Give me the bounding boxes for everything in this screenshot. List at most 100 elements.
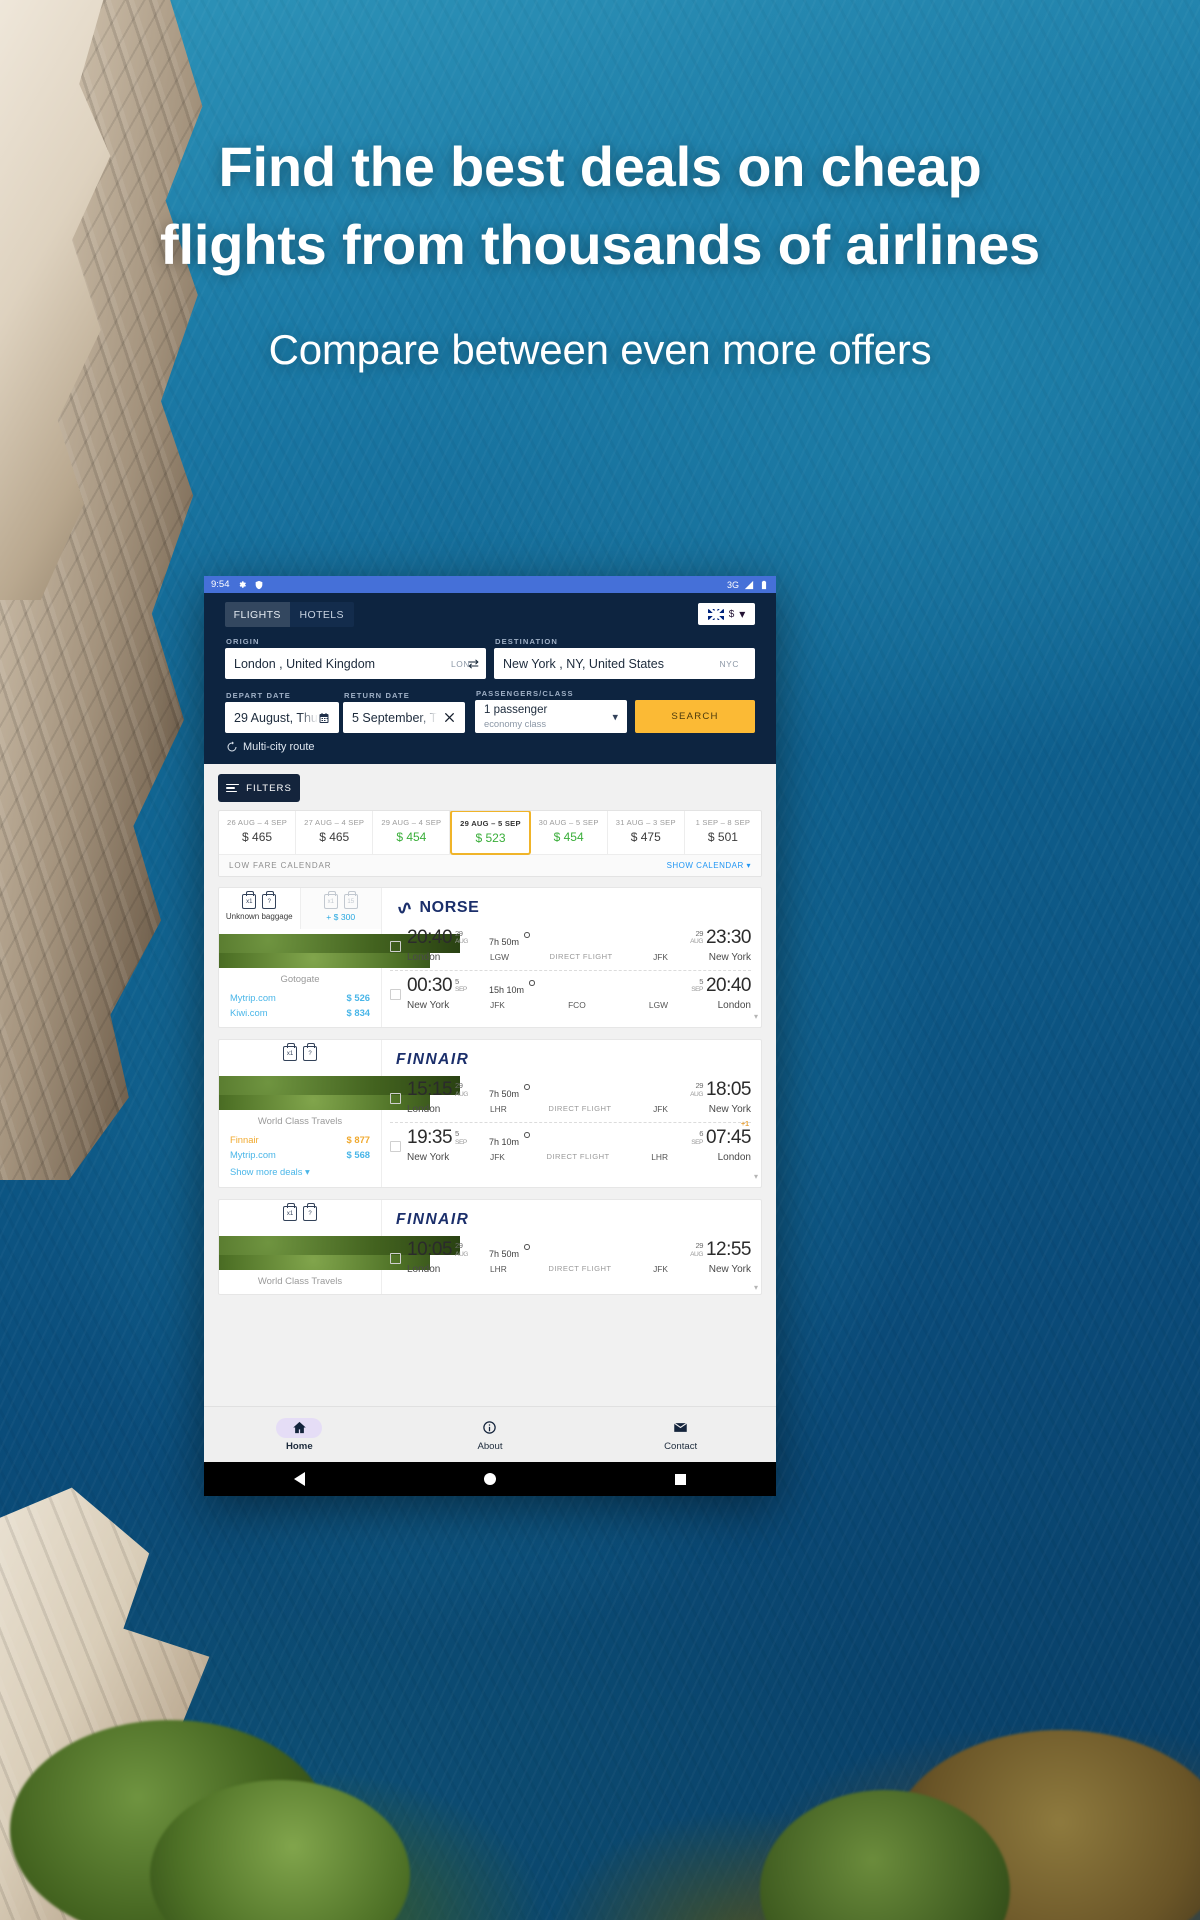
baggage-option-upgrade[interactable]: x1 15 + $ 300 xyxy=(299,888,381,930)
calendar-icon[interactable] xyxy=(318,712,330,724)
show-more-deals-label: Show more deals xyxy=(230,1166,303,1178)
fare-cell[interactable]: 1 SEP – 8 SEP $ 501 xyxy=(685,811,761,854)
chevron-down-icon[interactable]: ▾ xyxy=(754,1012,758,1021)
fare-cell[interactable]: 29 AUG – 4 SEP $ 454 xyxy=(373,811,451,854)
departure-city: New York xyxy=(407,1000,450,1011)
agent-name: Finnair xyxy=(230,1134,259,1146)
search-spacer-label xyxy=(636,689,755,698)
leg-checkbox[interactable] xyxy=(390,1141,401,1153)
next-day-badge: +1 xyxy=(741,1121,749,1129)
baggage-option-included[interactable]: x1 ? Unknown baggage xyxy=(219,888,300,929)
book-button[interactable]: Book $ 524 xyxy=(219,1076,460,1111)
clear-x-icon[interactable] xyxy=(443,711,456,724)
fare-cell[interactable]: 30 AUG – 5 SEP $ 454 xyxy=(531,811,608,854)
checked-bag-icon: ? xyxy=(303,1043,317,1062)
fare-cell[interactable]: 31 AUG – 3 SEP $ 475 xyxy=(608,811,685,854)
chevron-down-icon[interactable]: ▾ xyxy=(754,1172,758,1181)
book-button[interactable]: Book $ 523 xyxy=(219,934,460,969)
fare-cell[interactable]: 27 AUG – 4 SEP $ 465 xyxy=(296,811,374,854)
departure-date: 29 AUG xyxy=(455,928,468,946)
language-currency-selector[interactable]: $ ▾ xyxy=(698,603,755,625)
departure-block: 10:05 29 AUG London xyxy=(407,1240,481,1277)
norse-mark-icon: ∿ xyxy=(396,897,413,919)
departure-city: New York xyxy=(407,1152,450,1164)
leg-checkbox[interactable] xyxy=(390,989,401,1000)
return-date-field[interactable]: 5 September, T xyxy=(343,702,465,733)
arrival-day: 5 xyxy=(699,977,703,986)
airline-logo: FINNAIR xyxy=(390,1209,751,1231)
airline-logo: FINNAIR xyxy=(390,1049,751,1071)
destination-label: DESTINATION xyxy=(495,637,559,646)
arrival-block: 5 SEP 20:40 London xyxy=(677,976,751,1013)
back-triangle-icon[interactable] xyxy=(293,1472,305,1486)
agent-name: Kiwi.com xyxy=(230,1007,268,1019)
origin-value: London , United Kingdom xyxy=(234,656,376,671)
primary-agent-name: World Class Travels xyxy=(257,1116,343,1128)
leg-checkbox[interactable] xyxy=(390,1093,401,1105)
fare-cell[interactable]: 26 AUG – 4 SEP $ 465 xyxy=(219,811,297,854)
recents-square-icon[interactable] xyxy=(675,1473,687,1485)
leg-checkbox[interactable] xyxy=(390,941,401,952)
hero-headline: Find the best deals on cheap flights fro… xyxy=(160,135,1040,277)
departure-time: 15:15 xyxy=(407,1079,453,1101)
fare-cell-selected[interactable]: 29 AUG – 5 SEP $ 523 xyxy=(450,811,531,855)
destination-field[interactable]: New York , NY, United States NYC xyxy=(494,648,755,679)
nav-item-contact[interactable]: Contact xyxy=(626,1418,736,1452)
agent-offer[interactable]: Mytrip.com $ 568 xyxy=(230,1149,370,1160)
baggage-option-included[interactable]: x1 ? xyxy=(219,1040,381,1071)
fare-range: 26 AUG – 4 SEP xyxy=(227,818,288,827)
multi-city-route-link[interactable]: Multi-city route xyxy=(225,733,755,764)
arrival-month: AUG xyxy=(690,1250,703,1258)
baggage-option-included[interactable]: x1 ? xyxy=(219,1200,381,1231)
cabin-bag-icon: x1 xyxy=(323,891,338,909)
arrival-block: +1 6 SEP 07:45 London xyxy=(677,1121,751,1165)
departure-month: SEP xyxy=(455,1138,467,1146)
book-button[interactable]: Book $ 524 xyxy=(219,1236,460,1271)
agent-offer[interactable]: Kiwi.com $ 834 xyxy=(230,1007,370,1018)
fare-price: $ 475 xyxy=(630,830,661,844)
show-more-deals-link[interactable]: Show more deals ▾ xyxy=(230,1166,370,1178)
departure-day: 29 xyxy=(455,1081,463,1091)
agent-offer[interactable]: Mytrip.com $ 526 xyxy=(230,992,370,1003)
bottom-navigation: Home About Contact xyxy=(204,1406,776,1462)
baggage-upgrade-price: + $ 300 xyxy=(326,912,356,922)
filters-button[interactable]: FILTERS xyxy=(218,774,300,802)
flight-card: x1 ? Book $ 524 World Class Travels Finn… xyxy=(218,1039,762,1189)
stop-label: DIRECT FLIGHT xyxy=(549,951,613,961)
route-dot xyxy=(524,931,531,938)
filters-label: FILTERS xyxy=(246,782,292,794)
departure-time-row: 19:35 5 SEP xyxy=(407,1128,481,1147)
mail-icon xyxy=(674,1422,688,1432)
swap-icon[interactable]: ⇄ xyxy=(468,657,479,670)
tab-hotels[interactable]: HOTELS xyxy=(289,602,354,627)
agent-offer[interactable]: Finnair $ 877 xyxy=(230,1134,370,1145)
arrival-time: 12:55 xyxy=(705,1239,752,1261)
search-button[interactable]: SEARCH xyxy=(635,700,755,733)
tab-flights[interactable]: FLIGHTS xyxy=(225,602,290,627)
stop-airport: FCO xyxy=(568,999,586,1010)
departure-month: AUG xyxy=(455,1250,468,1258)
arrival-date: 29 AUG xyxy=(690,1080,703,1098)
departure-time-row: 10:05 29 AUG xyxy=(407,1240,481,1259)
show-calendar-link[interactable]: SHOW CALENDAR ▾ xyxy=(667,861,751,870)
hero-subheadline: Compare between even more offers xyxy=(268,325,932,373)
chevron-down-icon: ▾ xyxy=(305,1166,310,1178)
route-airports: JFK DIRECT FLIGHT LHR xyxy=(489,1152,669,1162)
multi-city-label: Multi-city route xyxy=(243,741,315,753)
leg-checkbox[interactable] xyxy=(390,1253,401,1265)
agent-price: $ 834 xyxy=(346,1007,370,1019)
depart-date-field[interactable]: 29 August, Thu xyxy=(225,702,339,733)
departure-time: 00:30 xyxy=(407,975,453,996)
flight-card-itinerary: FINNAIR 15:15 29 AUG London 7h 50m LHR D… xyxy=(382,1040,761,1187)
checked-bag-count: 15 xyxy=(347,898,355,905)
chevron-down-icon[interactable]: ▾ xyxy=(754,1283,758,1292)
origin-airport: JFK xyxy=(490,1151,505,1162)
route-dot xyxy=(524,1243,531,1250)
origin-field[interactable]: London , United Kingdom LON ⇄ xyxy=(225,648,486,679)
return-date-label: RETURN DATE xyxy=(344,691,410,700)
nav-item-about[interactable]: About xyxy=(435,1418,545,1452)
home-circle-icon[interactable] xyxy=(483,1473,496,1485)
agent-name: Mytrip.com xyxy=(230,992,276,1004)
passengers-class-field[interactable]: 1 passenger economy class ▾ xyxy=(475,700,627,733)
nav-item-home[interactable]: Home xyxy=(244,1417,354,1452)
